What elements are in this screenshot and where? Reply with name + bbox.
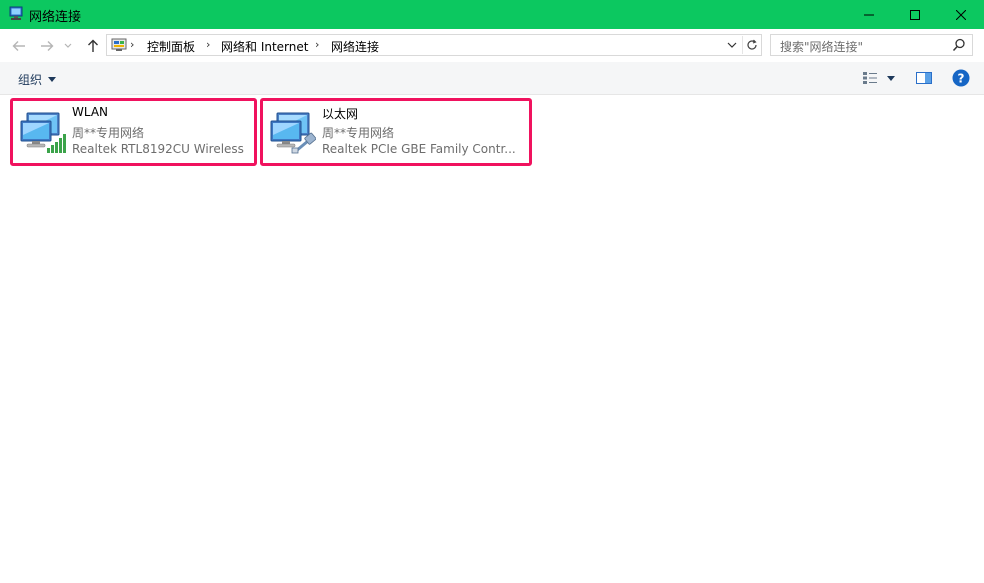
search-input[interactable]: 搜索"网络连接" <box>770 34 973 56</box>
connections-list: WLAN 周**专用网络 Realtek RTL8192CU Wireless … <box>0 95 984 583</box>
dropdown-arrow-icon <box>887 75 895 81</box>
command-bar: 组织 ? <box>0 62 984 95</box>
close-button[interactable] <box>938 0 984 29</box>
address-bar[interactable]: › 控制面板 › 网络和 Internet › 网络连接 <box>106 34 762 56</box>
breadcrumb-network-connections[interactable]: 网络连接 <box>331 38 379 55</box>
chevron-down-icon <box>727 42 737 48</box>
refresh-icon <box>747 39 757 50</box>
help-button[interactable]: ? <box>951 69 971 87</box>
connection-device: Realtek RTL8192CU Wireless L <box>72 142 248 156</box>
close-icon <box>956 9 966 20</box>
connection-name: WLAN <box>72 105 109 119</box>
ethernet-network-icon <box>270 112 316 154</box>
search-icon <box>952 38 965 52</box>
change-view-icon <box>863 72 877 84</box>
control-panel-icon <box>111 38 127 51</box>
arrow-up-icon <box>88 39 98 52</box>
forward-button[interactable] <box>38 37 56 55</box>
maximize-icon <box>910 9 920 20</box>
recent-locations-button[interactable] <box>62 37 74 55</box>
wireless-network-icon <box>20 112 66 153</box>
preview-pane-icon <box>916 72 932 84</box>
arrow-left-icon <box>12 41 25 51</box>
dropdown-arrow-icon <box>48 77 57 82</box>
connection-item-ethernet[interactable]: 以太网 周**专用网络 Realtek PCIe GBE Family Cont… <box>260 98 532 166</box>
help-icon: ? <box>952 69 970 87</box>
search-placeholder: 搜索"网络连接" <box>780 40 864 54</box>
arrow-right-icon <box>41 41 54 51</box>
breadcrumb-separator: › <box>206 38 211 51</box>
connection-name: 以太网 <box>322 107 359 121</box>
connection-item-wlan[interactable]: WLAN 周**专用网络 Realtek RTL8192CU Wireless … <box>10 98 257 166</box>
breadcrumb-separator: › <box>315 38 320 51</box>
breadcrumb-control-panel[interactable]: 控制面板 <box>147 38 195 55</box>
maximize-button[interactable] <box>892 0 938 29</box>
minimize-icon <box>864 14 874 15</box>
breadcrumb-network-internet[interactable]: 网络和 Internet <box>221 38 308 55</box>
connection-status: 周**专用网络 <box>72 126 145 140</box>
up-button[interactable] <box>84 37 102 55</box>
network-connections-icon <box>9 6 23 20</box>
minimize-button[interactable] <box>846 0 892 29</box>
refresh-button[interactable] <box>742 36 761 54</box>
preview-pane-button[interactable] <box>913 69 935 87</box>
view-options-dropdown[interactable] <box>884 69 898 87</box>
change-view-button[interactable] <box>860 69 880 87</box>
back-button[interactable] <box>10 37 28 55</box>
address-dropdown-button[interactable] <box>724 37 740 53</box>
window-title: 网络连接 <box>29 10 82 25</box>
connection-device: Realtek PCIe GBE Family Contr... <box>322 142 516 156</box>
organize-label: 组织 <box>18 73 43 87</box>
chevron-down-icon <box>64 43 72 48</box>
organize-button[interactable]: 组织 <box>18 71 57 88</box>
title-bar: 网络连接 <box>0 0 984 29</box>
svg-text:?: ? <box>958 72 965 86</box>
breadcrumb-separator: › <box>130 38 135 51</box>
connection-status: 周**专用网络 <box>322 126 395 140</box>
